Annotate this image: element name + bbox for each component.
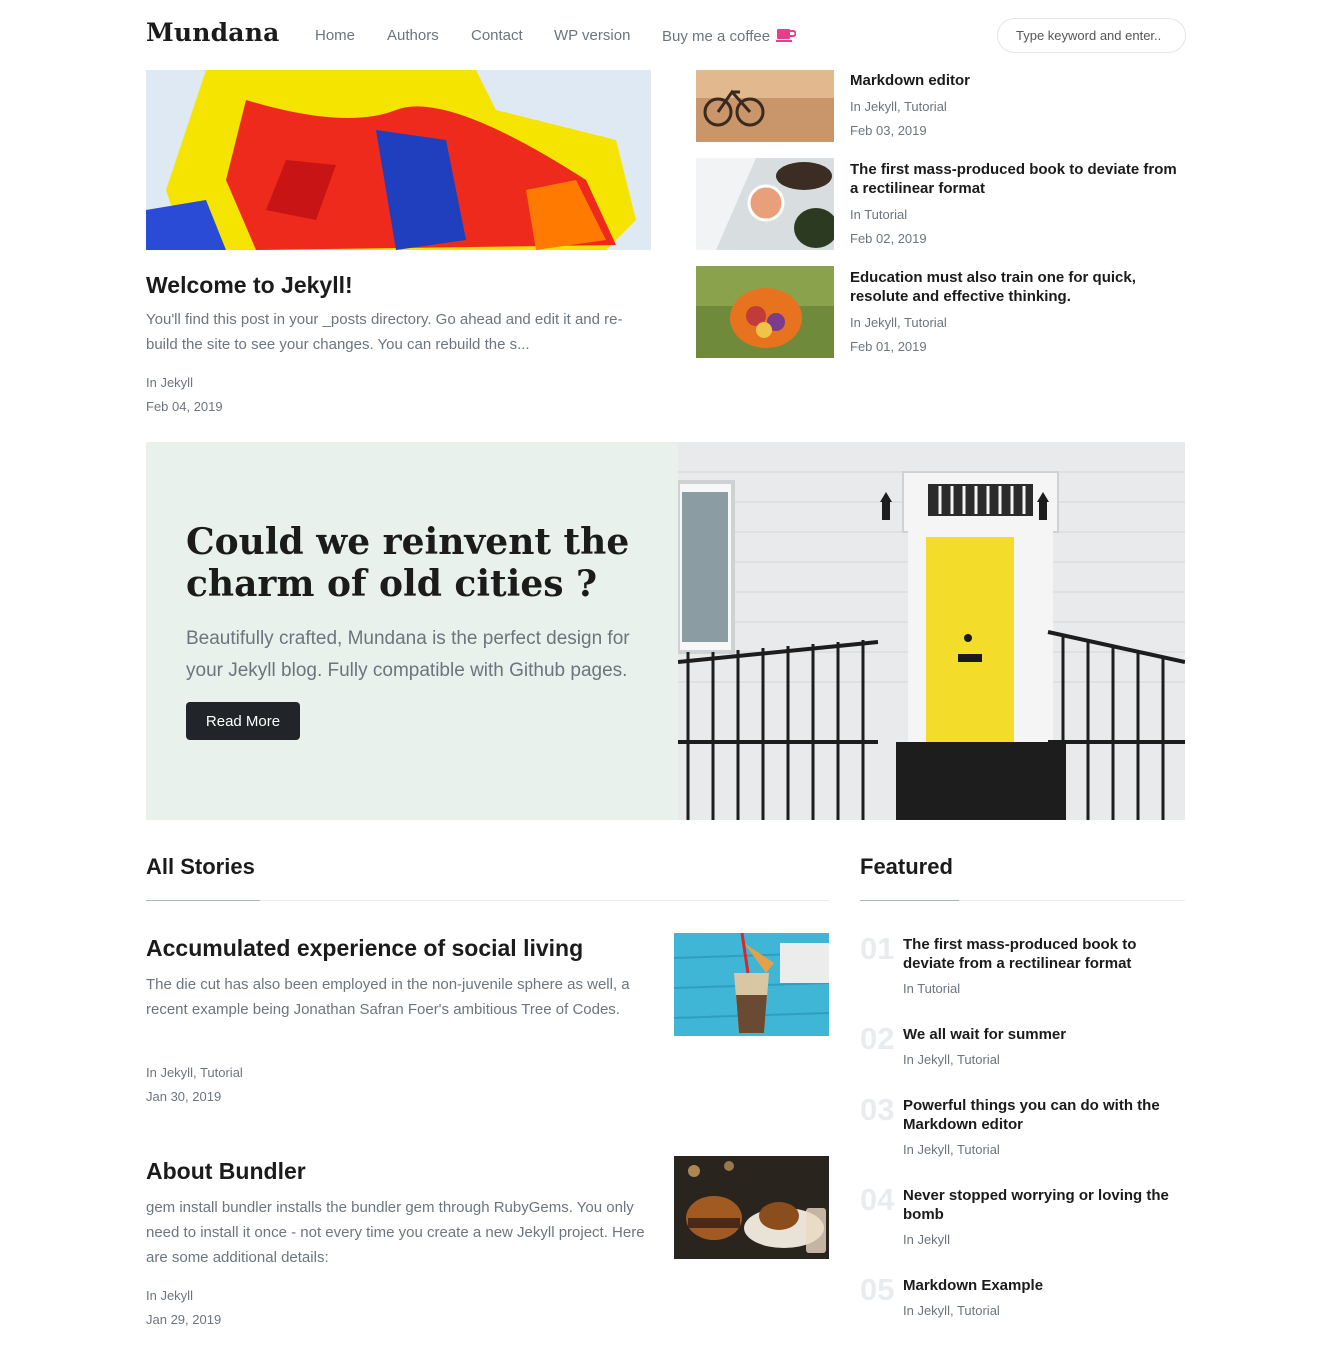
- side-post-image[interactable]: [696, 266, 834, 358]
- side-post-category: In Jekyll, Tutorial: [850, 315, 947, 330]
- story-title[interactable]: About Bundler: [146, 1158, 306, 1185]
- jumbotron-image: [678, 442, 1185, 820]
- featured-number: 05: [860, 1272, 895, 1307]
- story-excerpt: The die cut has also been employed in th…: [146, 976, 630, 1018]
- side-post-title[interactable]: Markdown editor: [850, 71, 1180, 90]
- nav-wp-version[interactable]: WP version: [554, 27, 630, 44]
- story-title[interactable]: Accumulated experience of social living: [146, 935, 583, 962]
- featured-category: In Jekyll, Tutorial: [903, 1052, 1000, 1067]
- main-post-date: Feb 04, 2019: [146, 399, 223, 414]
- nav-contact[interactable]: Contact: [471, 27, 523, 44]
- main-post-title[interactable]: Welcome to Jekyll!: [146, 272, 353, 299]
- featured-underline: [860, 900, 959, 901]
- side-post-date: Feb 02, 2019: [850, 231, 927, 246]
- nav-buy-coffee[interactable]: Buy me a coffee: [662, 27, 797, 47]
- main-post-image[interactable]: [146, 70, 651, 250]
- featured-number: 04: [860, 1182, 895, 1217]
- search-input[interactable]: [997, 18, 1186, 53]
- featured-title[interactable]: The first mass-produced book to deviate …: [903, 935, 1183, 973]
- nav-authors[interactable]: Authors: [387, 27, 439, 44]
- nav-home[interactable]: Home: [315, 27, 355, 44]
- side-post-title[interactable]: Education must also train one for quick,…: [850, 268, 1180, 306]
- featured-category: In Jekyll, Tutorial: [903, 1303, 1000, 1318]
- site-logo[interactable]: Mundana: [146, 18, 279, 47]
- featured-title[interactable]: We all wait for summer: [903, 1025, 1183, 1044]
- side-post-date: Feb 01, 2019: [850, 339, 927, 354]
- main-post-excerpt: You'll find this post in your _posts dir…: [146, 311, 623, 353]
- featured-title[interactable]: Never stopped worrying or loving the bom…: [903, 1186, 1183, 1224]
- story-date: Jan 29, 2019: [146, 1312, 222, 1327]
- side-post-category: In Tutorial: [850, 207, 908, 222]
- story-image[interactable]: [674, 933, 829, 1036]
- featured-category: In Jekyll: [903, 1232, 950, 1247]
- featured-title[interactable]: Markdown Example: [903, 1276, 1183, 1295]
- story-date: Jan 30, 2019: [146, 1089, 222, 1104]
- featured-number: 03: [860, 1092, 895, 1127]
- main-post-category: In Jekyll: [146, 375, 193, 390]
- side-post-date: Feb 03, 2019: [850, 123, 927, 138]
- jumbotron-lead: Beautifully crafted, Mundana is the perf…: [186, 628, 630, 681]
- story-excerpt: gem install bundler installs the bundler…: [146, 1199, 645, 1266]
- featured-title[interactable]: Powerful things you can do with the Mark…: [903, 1096, 1183, 1134]
- featured-number: 02: [860, 1021, 895, 1056]
- read-more-button[interactable]: Read More: [186, 702, 300, 740]
- story-category: In Jekyll, Tutorial: [146, 1065, 243, 1080]
- jumbotron-title: Could we reinvent the charm of old citie…: [186, 521, 630, 605]
- side-post-image[interactable]: [696, 158, 834, 250]
- nav-buy-coffee-label: Buy me a coffee: [662, 27, 771, 45]
- all-stories-heading: All Stories: [146, 854, 255, 879]
- featured-number: 01: [860, 931, 895, 966]
- coffee-cup-icon: [776, 27, 797, 47]
- side-post-title[interactable]: The first mass-produced book to deviate …: [850, 160, 1180, 198]
- featured-category: In Tutorial: [903, 981, 961, 996]
- story-category: In Jekyll: [146, 1288, 193, 1303]
- story-image[interactable]: [674, 1156, 829, 1259]
- featured-heading: Featured: [860, 854, 953, 879]
- featured-category: In Jekyll, Tutorial: [903, 1142, 1000, 1157]
- side-post-image[interactable]: [696, 70, 834, 142]
- side-post-category: In Jekyll, Tutorial: [850, 99, 947, 114]
- all-stories-underline: [146, 900, 260, 901]
